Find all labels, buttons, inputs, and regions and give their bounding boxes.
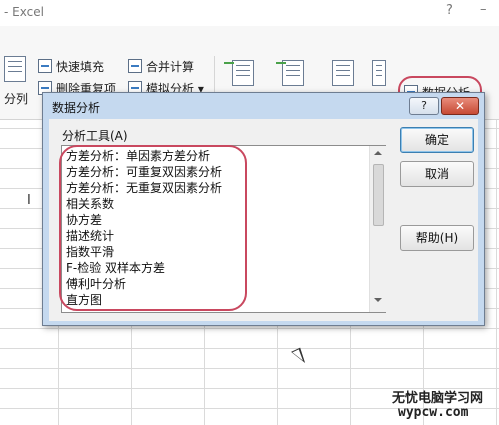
data-analysis-dialog: 数据分析 ? ✕ 分析工具(A) 方差分析：单因素方差分析 方差分析：可重复双因…	[42, 92, 485, 326]
list-item[interactable]: 直方图	[66, 292, 102, 308]
minimize-icon[interactable]: –	[480, 2, 487, 17]
list-item[interactable]: 傅利叶分析	[66, 276, 126, 292]
dialog-help-icon[interactable]: ?	[409, 97, 439, 115]
list-item[interactable]: 指数平滑	[66, 244, 114, 260]
consolidate-label: 合并计算	[146, 59, 195, 74]
subtotal-icon[interactable]	[332, 60, 354, 86]
help-icon[interactable]: ?	[446, 3, 453, 18]
text-cursor-icon: I	[27, 193, 31, 208]
outline-icon[interactable]	[372, 60, 386, 86]
ok-button[interactable]: 确定	[400, 127, 474, 153]
analysis-tools-label: 分析工具(A)	[62, 129, 128, 143]
text-to-columns-button[interactable]: 分列	[4, 88, 28, 108]
consolidate-icon	[128, 59, 142, 73]
ungroup-arrow-icon	[276, 62, 286, 64]
list-item[interactable]: 方差分析：可重复双因素分析	[66, 164, 222, 180]
list-item[interactable]: 协方差	[66, 212, 102, 228]
app-title: - Excel	[4, 5, 44, 19]
list-item[interactable]: 方差分析：无重复双因素分析	[66, 180, 222, 196]
dialog-title: 数据分析	[52, 101, 101, 115]
dialog-body: 分析工具(A) 方差分析：单因素方差分析 方差分析：可重复双因素分析 方差分析：…	[49, 119, 478, 321]
group-arrow-icon	[224, 62, 234, 64]
list-item[interactable]: 方差分析：单因素方差分析	[66, 148, 210, 164]
flash-fill-icon	[38, 59, 52, 73]
flash-fill-label: 快速填充	[56, 59, 105, 74]
watermark-text: 无忧电脑学习网	[392, 391, 484, 406]
list-item[interactable]: F-检验 双样本方差	[66, 260, 165, 276]
group-icon[interactable]	[232, 60, 254, 86]
scroll-down-icon[interactable]	[374, 298, 382, 302]
list-scrollbar[interactable]	[369, 146, 386, 312]
text-to-columns-icon[interactable]	[4, 56, 26, 82]
list-item[interactable]: 相关系数	[66, 196, 114, 212]
help-button[interactable]: 帮助(H)	[400, 225, 474, 251]
analysis-tools-list[interactable]: 方差分析：单因素方差分析 方差分析：可重复双因素分析 方差分析：无重复双因素分析…	[61, 145, 386, 313]
dialog-close-button[interactable]: ✕	[441, 97, 479, 115]
flash-fill-button[interactable]: 快速填充	[38, 56, 104, 76]
consolidate-button[interactable]: 合并计算	[128, 56, 194, 76]
scroll-up-icon[interactable]	[374, 151, 382, 155]
watermark-url: wypcw.com	[398, 405, 469, 420]
excel-title-bar: - Excel ? –	[0, 0, 499, 26]
cancel-button[interactable]: 取消	[400, 161, 474, 187]
scroll-thumb[interactable]	[373, 164, 384, 226]
list-item[interactable]: 描述统计	[66, 228, 114, 244]
